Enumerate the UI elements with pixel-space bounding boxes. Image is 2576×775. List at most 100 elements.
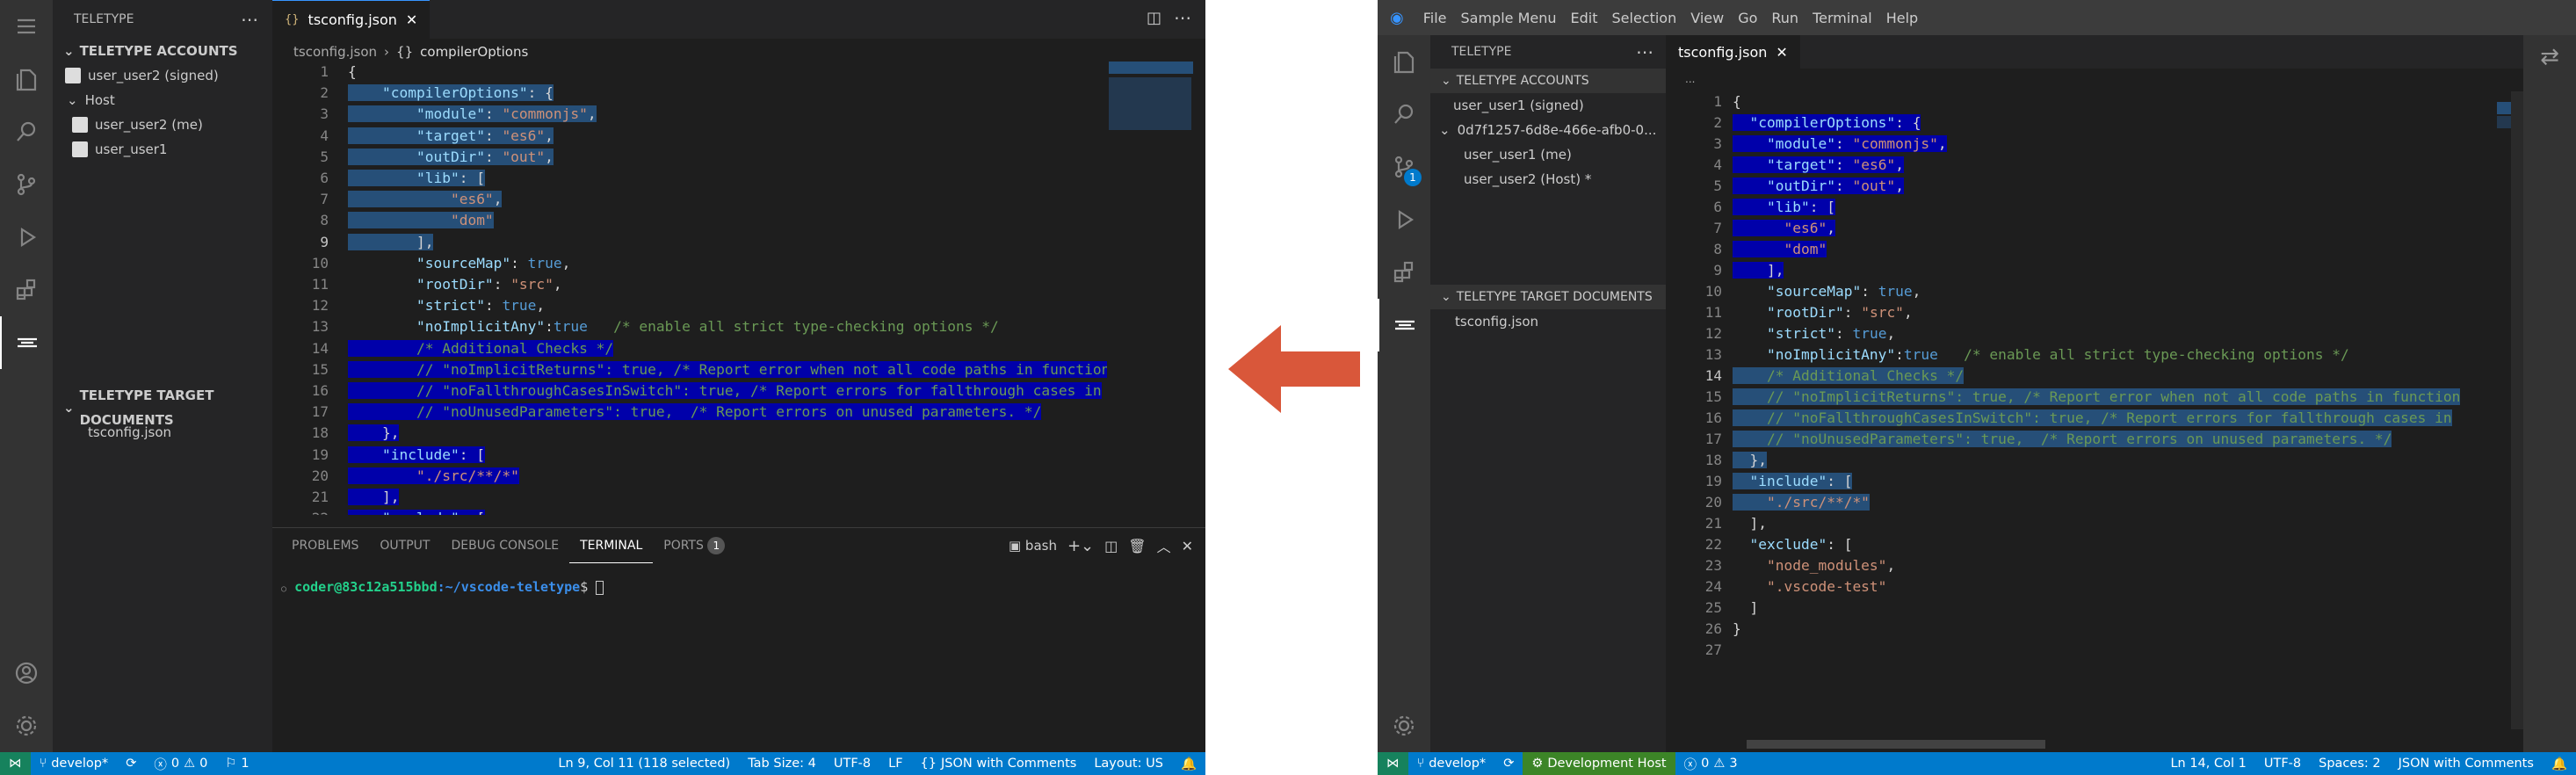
problems-status[interactable]: ⓧ 0 ⚠ 3: [1675, 755, 1747, 773]
code-editor[interactable]: 1 {2 "compilerOptions": {3 "module": "com…: [1666, 91, 2492, 729]
terminal-shell-label[interactable]: ▣ bash: [1009, 538, 1057, 554]
ports-status[interactable]: ⚐ 1: [216, 757, 257, 771]
selection-highlight: },: [1733, 452, 1767, 468]
sync-icon[interactable]: ⟳: [1494, 757, 1523, 771]
tab-problems[interactable]: PROBLEMS: [281, 528, 369, 563]
session-item[interactable]: ⌄ 0d7f1257-6d8e-466e-afb0-0...: [1430, 118, 1666, 142]
more-actions-icon[interactable]: ⋯: [1174, 7, 1191, 28]
minimap[interactable]: [1107, 62, 1195, 515]
menu-edit[interactable]: Edit: [1564, 10, 1605, 26]
user-item[interactable]: user_user2 (me): [53, 112, 272, 137]
signed-user-item[interactable]: user_user2 (signed): [53, 63, 272, 88]
remote-icon[interactable]: ⋈: [1378, 752, 1408, 775]
tab-ports[interactable]: PORTS 1: [653, 528, 735, 563]
documents-section-header[interactable]: ⌄ TELETYPE TARGET DOCUMENTS: [53, 388, 272, 428]
signed-user-item[interactable]: user_user1 (signed): [1430, 93, 1666, 118]
extensions-icon[interactable]: [1378, 246, 1430, 299]
cursor-position[interactable]: Ln 14, Col 1: [2161, 757, 2254, 771]
tab-tsconfig[interactable]: {} tsconfig.json ✕: [272, 0, 431, 39]
user-item[interactable]: user_user2 (Host) *: [1430, 167, 1666, 192]
tab-terminal[interactable]: TERMINAL: [569, 528, 654, 563]
encoding[interactable]: UTF-8: [2255, 757, 2310, 771]
explorer-icon[interactable]: [1378, 35, 1430, 88]
tab-debug-console[interactable]: DEBUG CONSOLE: [440, 528, 569, 563]
eol[interactable]: LF: [879, 757, 911, 771]
branch-status[interactable]: ⑂ develop*: [31, 757, 118, 771]
trash-icon[interactable]: 🗑: [1128, 538, 1146, 554]
documents-section-header[interactable]: ⌄ TELETYPE TARGET DOCUMENTS: [1430, 285, 1666, 309]
source-control-icon[interactable]: 1: [1378, 141, 1430, 193]
encoding[interactable]: UTF-8: [825, 757, 879, 771]
remote-icon[interactable]: ⋈: [0, 752, 31, 775]
horizontal-scrollbar[interactable]: [1747, 740, 2045, 749]
more-actions-icon[interactable]: ⋯: [1636, 41, 1653, 62]
line-number: 20: [311, 467, 329, 484]
search-icon[interactable]: [0, 105, 53, 158]
warning-icon: ⚠: [184, 757, 196, 771]
settings-gear-icon[interactable]: [0, 699, 53, 752]
teletype-icon[interactable]: [0, 316, 53, 369]
source-control-icon[interactable]: [0, 158, 53, 211]
user-item[interactable]: user_user1: [53, 137, 272, 162]
account-icon[interactable]: [0, 647, 53, 699]
live-share-icon[interactable]: ⇄: [2523, 44, 2576, 70]
split-terminal-icon[interactable]: ◫: [1104, 538, 1118, 554]
notifications-bell-icon[interactable]: 🔔: [1172, 757, 1205, 771]
breadcrumb-node[interactable]: compilerOptions: [420, 44, 528, 60]
sync-icon[interactable]: ⟳: [117, 757, 145, 771]
new-terminal-icon[interactable]: +⌄: [1067, 537, 1094, 555]
keyboard-layout[interactable]: Layout: US: [1085, 757, 1172, 771]
notifications-bell-icon[interactable]: 🔔: [2543, 757, 2576, 771]
accounts-section-header[interactable]: ⌄ TELETYPE ACCOUNTS: [53, 39, 272, 63]
language-mode[interactable]: {} JSON with Comments: [912, 757, 1086, 771]
menu-selection[interactable]: Selection: [1605, 10, 1684, 26]
selection-highlight: "outDir": "out",: [348, 148, 554, 165]
teletype-icon[interactable]: [1378, 299, 1430, 351]
code-line: "strict": true,: [1766, 325, 1896, 342]
menu-view[interactable]: View: [1683, 10, 1731, 26]
line-number: 23: [1704, 557, 1722, 574]
problems-status[interactable]: ⓧ 0 ⚠ 0: [145, 755, 216, 773]
menu-help[interactable]: Help: [1879, 10, 1925, 26]
settings-gear-icon[interactable]: [1378, 699, 1430, 752]
line-number: 9: [320, 233, 329, 250]
selection-highlight: "module": "commonjs",: [1733, 135, 1947, 152]
menu-go[interactable]: Go: [1731, 10, 1764, 26]
branch-status[interactable]: ⑂ develop*: [1408, 757, 1495, 771]
vertical-scrollbar[interactable]: [2511, 91, 2523, 729]
search-icon[interactable]: [1378, 88, 1430, 141]
cursor-position[interactable]: Ln 9, Col 11 (118 selected): [549, 757, 739, 771]
menu-file[interactable]: File: [1416, 10, 1454, 26]
accounts-section-header[interactable]: ⌄ TELETYPE ACCOUNTS: [1430, 69, 1666, 93]
close-icon[interactable]: ✕: [1776, 44, 1787, 61]
run-debug-icon[interactable]: [0, 211, 53, 264]
more-actions-icon[interactable]: ⋯: [241, 9, 258, 30]
menu-terminal[interactable]: Terminal: [1805, 10, 1879, 26]
explorer-icon[interactable]: [0, 53, 53, 105]
tab-tsconfig[interactable]: tsconfig.json ✕: [1666, 35, 1800, 69]
extensions-icon[interactable]: [0, 264, 53, 316]
breadcrumb-file[interactable]: tsconfig.json: [293, 44, 377, 60]
terminal-output[interactable]: ○ coder@83c12a515bbd:~/vscode-teletype$: [272, 563, 1205, 595]
menu-run[interactable]: Run: [1764, 10, 1805, 26]
indentation[interactable]: Spaces: 2: [2310, 757, 2389, 771]
tab-output[interactable]: OUTPUT: [369, 528, 440, 563]
tab-size[interactable]: Tab Size: 4: [739, 757, 825, 771]
code-editor[interactable]: 1 {2 "compilerOptions": {3 "module": "com…: [272, 62, 1151, 515]
close-panel-icon[interactable]: ✕: [1182, 538, 1193, 554]
user-item[interactable]: user_user1 (me): [1430, 142, 1666, 167]
host-group[interactable]: ⌄ Host: [53, 88, 272, 112]
dev-host-status[interactable]: ⚙ Development Host: [1523, 752, 1675, 775]
menu-sample[interactable]: Sample Menu: [1454, 10, 1564, 26]
document-item[interactable]: tsconfig.json: [1430, 309, 1538, 334]
language-mode[interactable]: JSON with Comments: [2390, 757, 2543, 771]
close-icon[interactable]: ✕: [406, 11, 417, 28]
selection-highlight: ],: [1733, 262, 1784, 279]
maximize-panel-icon[interactable]: ︿: [1157, 535, 1171, 556]
panel-tabs: PROBLEMS OUTPUT DEBUG CONSOLE TERMINAL P…: [272, 528, 1205, 563]
document-item[interactable]: tsconfig.json: [53, 420, 171, 445]
split-editor-icon[interactable]: ◫: [1147, 9, 1161, 27]
run-debug-icon[interactable]: [1378, 193, 1430, 246]
line-number: 9: [1713, 262, 1722, 279]
menu-icon[interactable]: [0, 0, 53, 53]
